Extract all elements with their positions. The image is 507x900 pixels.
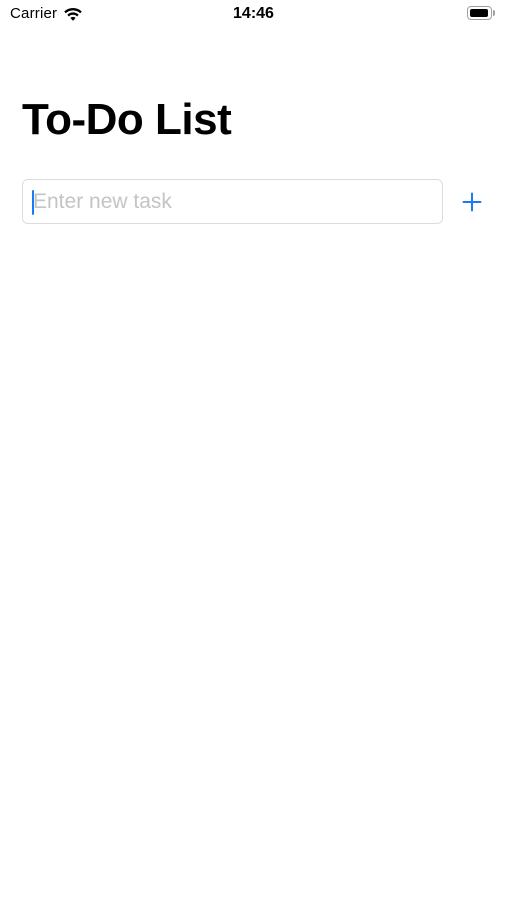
battery-icon — [467, 6, 497, 22]
battery-fill — [470, 9, 488, 17]
status-bar: Carrier 14:46 — [0, 0, 507, 30]
battery-body — [467, 6, 492, 20]
text-cursor — [32, 190, 34, 215]
add-task-button[interactable] — [456, 185, 488, 219]
new-task-input[interactable] — [23, 180, 442, 223]
battery-nub — [493, 10, 495, 16]
page-title: To-Do List — [22, 95, 232, 144]
plus-icon — [462, 192, 482, 212]
new-task-field-container — [22, 179, 443, 224]
status-time: 14:46 — [233, 5, 274, 22]
